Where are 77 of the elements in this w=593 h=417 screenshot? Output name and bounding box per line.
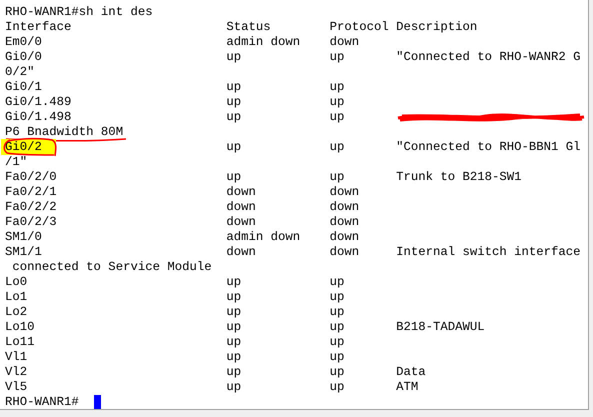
table-cell: up [330,350,344,364]
table-cell: up [226,275,242,289]
table-cell: Fa0/2/3 [5,215,57,229]
table-cell: up [330,50,344,64]
table-cell: up [330,80,344,94]
table-cell: up [330,95,344,109]
table-cell-text: connected to Service Module [11,260,212,275]
table-cell: Internal switch interface [396,245,581,259]
table-cell: up [226,50,242,64]
table-cell: Trunk to B218-SW1 [396,170,522,184]
table-cell: Fa0/2/2 [5,200,57,214]
table-cell: 0/2" [5,65,35,80]
table-cell: up [226,335,242,349]
table-cell: down [226,245,256,259]
table-cell: ATM [396,380,418,394]
table-cell: up [330,380,344,394]
table-cell: up [330,320,344,334]
text-cursor [94,395,101,409]
table-cell: up [226,290,242,304]
table-cell: up [330,275,344,289]
table-cell: Gi0/1 [5,80,42,94]
table-cell: up [226,80,242,94]
table-cell: up [226,380,242,394]
table-cell: admin down [226,230,300,244]
table-cell: up [330,365,344,379]
table-cell: up [226,95,242,109]
table-cell: Lo2 [5,305,28,319]
table-cell: up [330,290,344,304]
table-cell: admin down [226,35,300,49]
table-cell: up [226,170,242,184]
table-cell: up [330,110,344,124]
table-cell: Vl2 [5,365,28,379]
table-cell: Fa0/2/1 [5,185,57,199]
table-cell: up [226,305,242,319]
table-cell: up [226,320,242,334]
table-cell: down [330,230,360,244]
table-cell: down [226,185,256,199]
column-header: Interface [5,20,72,34]
table-cell: Gi0/0 [5,50,42,64]
table-cell: down [330,35,360,49]
table-cell: up [330,305,344,319]
table-cell: Lo1 [5,290,28,304]
table-cell: SM1/0 [5,230,42,244]
table-cell: down [330,215,360,229]
table-cell: up [226,365,242,379]
table-cell: down [330,200,360,214]
table-cell: down [330,185,360,199]
table-cell: Lo0 [5,275,28,289]
table-cell: Lo11 [5,335,35,349]
table-cell: Gi0/1.489 [5,95,72,109]
table-cell: Em0/0 [5,35,42,49]
table-cell: down [330,245,360,259]
table-cell: "Connected to RHO-BBN1 Gl [396,140,581,154]
table-cell: up [226,140,242,154]
column-header: Description [396,20,478,34]
table-cell: up [330,335,344,349]
table-cell: down [226,200,256,214]
column-header: Status [226,20,271,34]
table-cell: Vl1 [5,350,28,364]
table-cell: Vl5 [5,380,28,394]
command-line: RHO-WANR1#sh int des [5,5,153,20]
table-cell: "Connected to RHO-WANR2 G [396,50,581,64]
table-cell: up [226,350,242,364]
table-cell: Fa0/2/0 [5,170,57,184]
command-prompt: RHO-WANR1# [5,395,79,409]
table-cell: up [226,110,242,124]
table-cell: up [330,170,344,184]
table-cell: up [330,140,344,154]
column-header: Protocol [330,20,389,34]
table-cell: Lo10 [5,320,35,334]
table-cell: Gi0/1.498 [5,110,72,124]
table-cell: Data [396,365,426,379]
table-cell: B218-TADAWUL [396,320,485,334]
table-cell: P6 Bnadwidth 80M [5,125,124,140]
table-cell: SM1/1 [5,245,42,259]
table-cell: down [226,215,256,229]
table-cell: /1" [5,155,28,170]
